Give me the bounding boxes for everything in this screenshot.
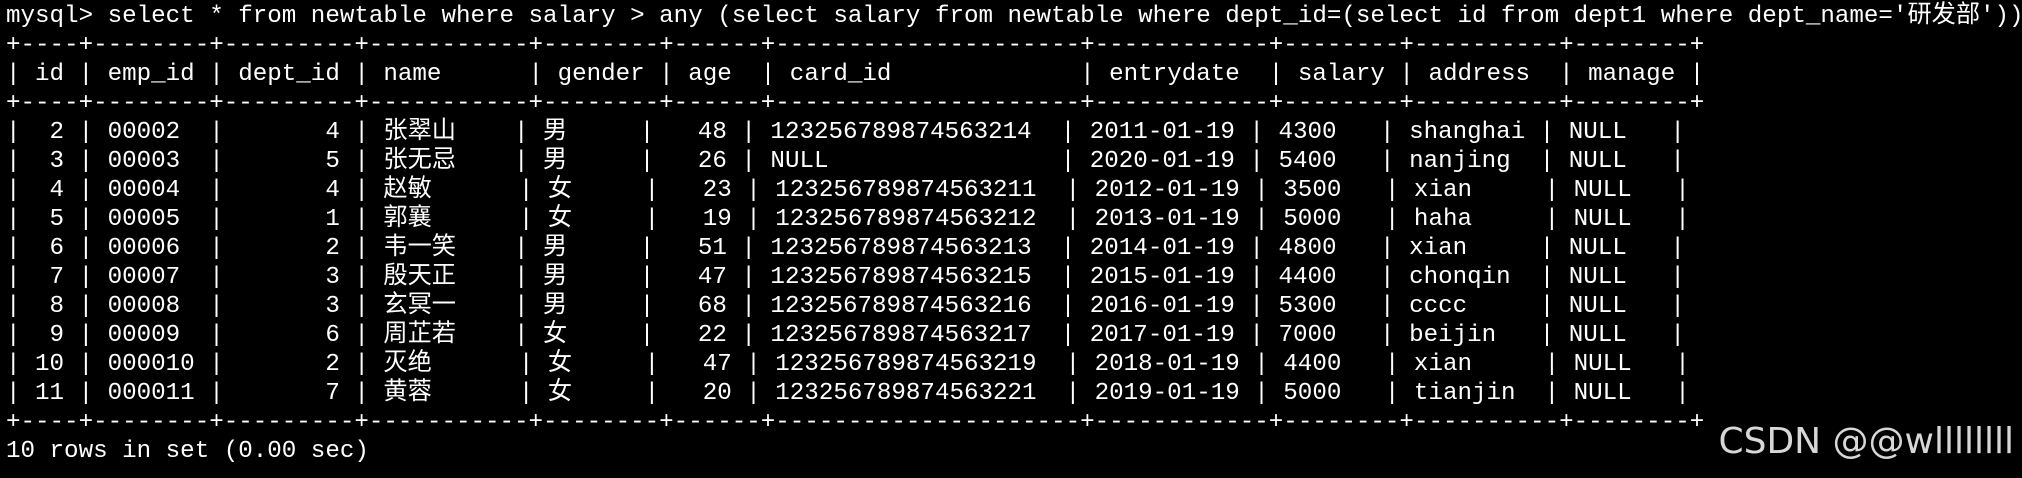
table-row: | 6 | 00006 | 2 | 韦一笑 | 男 | 51 | 1232567… xyxy=(6,235,1685,262)
table-row: | 2 | 00002 | 4 | 张翠山 | 男 | 48 | 1232567… xyxy=(6,119,1685,146)
table-row: | 7 | 00007 | 3 | 殷天正 | 男 | 47 | 1232567… xyxy=(6,264,1685,291)
table-border-top: +----+--------+---------+-----------+---… xyxy=(6,32,1705,59)
table-row: | 9 | 00009 | 6 | 周芷若 | 女 | 22 | 1232567… xyxy=(6,322,1685,349)
table-row: | 5 | 00005 | 1 | 郭襄 | 女 | 19 | 12325678… xyxy=(6,206,1690,233)
table-row: | 10 | 000010 | 2 | 灭绝 | 女 | 47 | 123256… xyxy=(6,351,1690,378)
terminal-output[interactable]: mysql> select * from newtable where sala… xyxy=(6,2,2022,466)
table-row: | 8 | 00008 | 3 | 玄冥一 | 男 | 68 | 1232567… xyxy=(6,293,1685,320)
table-row: | 3 | 00003 | 5 | 张无忌 | 男 | 26 | NULL | … xyxy=(6,148,1685,175)
table-border-header: +----+--------+---------+-----------+---… xyxy=(6,90,1705,117)
query-line: mysql> select * from newtable where sala… xyxy=(6,3,2022,30)
table-header: | id | emp_id | dept_id | name | gender … xyxy=(6,61,1705,88)
table-row: | 11 | 000011 | 7 | 黄蓉 | 女 | 20 | 123256… xyxy=(6,380,1690,407)
csdn-watermark: CSDN @@wllllllll xyxy=(1718,421,2014,462)
table-row: | 4 | 00004 | 4 | 赵敏 | 女 | 23 | 12325678… xyxy=(6,177,1690,204)
